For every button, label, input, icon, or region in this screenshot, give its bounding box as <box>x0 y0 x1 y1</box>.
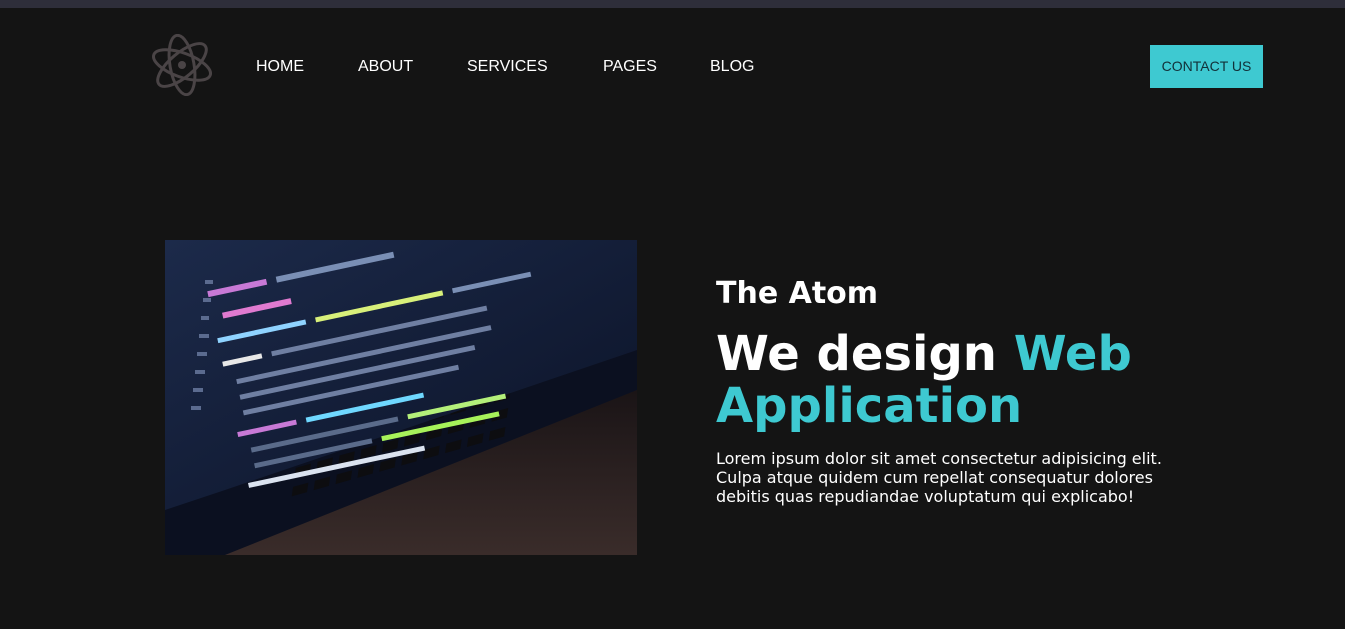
atom-icon[interactable] <box>148 33 216 97</box>
nav-pages[interactable]: PAGES <box>603 57 657 77</box>
hero-eyebrow: The Atom <box>716 276 879 311</box>
headline-plain: We design <box>716 326 1014 382</box>
nav-blog[interactable]: BLOG <box>710 57 754 77</box>
hero-description: Lorem ipsum dolor sit amet consectetur a… <box>716 449 1162 506</box>
nav-home[interactable]: HOME <box>256 57 304 77</box>
nav-services[interactable]: SERVICES <box>467 57 548 77</box>
contact-us-button[interactable]: CONTACT US <box>1150 45 1263 88</box>
top-strip <box>0 0 1345 8</box>
nav-about[interactable]: ABOUT <box>358 57 413 77</box>
laptop-code-photo <box>165 240 637 555</box>
page: HOME ABOUT SERVICES PAGES BLOG CONTACT U… <box>0 0 1345 629</box>
hero-headline: We design Web Application <box>716 328 1236 432</box>
